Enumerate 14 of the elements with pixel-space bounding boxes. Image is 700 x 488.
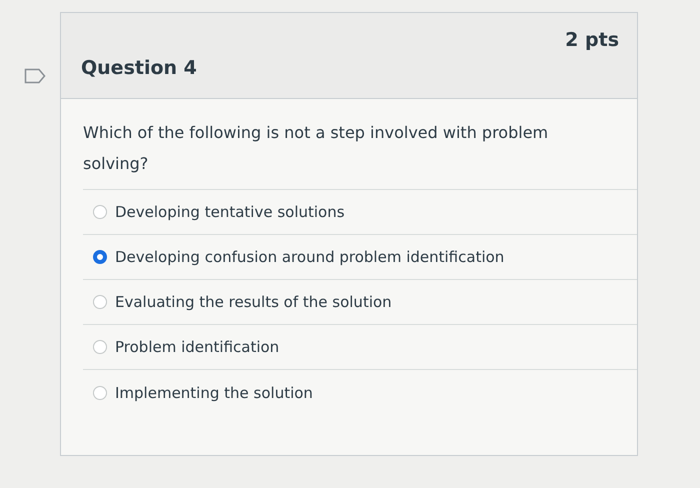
flag-icon[interactable] [24, 68, 46, 84]
answer-label[interactable]: Problem identification [115, 338, 280, 356]
radio-button[interactable] [93, 205, 107, 219]
points-label: 2 pts [565, 29, 619, 51]
answer-label[interactable]: Evaluating the results of the solution [115, 293, 392, 311]
answer-label[interactable]: Implementing the solution [115, 384, 313, 402]
radio-button[interactable] [93, 250, 107, 264]
radio-button[interactable] [93, 295, 107, 309]
answer-label[interactable]: Developing tentative solutions [115, 203, 345, 221]
question-title: Question 4 [81, 57, 198, 79]
radio-button[interactable] [93, 340, 107, 354]
question-text: Which of the following is not a step involved with problem solving? [83, 122, 550, 175]
radio-button[interactable] [93, 386, 107, 400]
answer-label[interactable]: Developing confusion around problem identification [115, 248, 504, 266]
